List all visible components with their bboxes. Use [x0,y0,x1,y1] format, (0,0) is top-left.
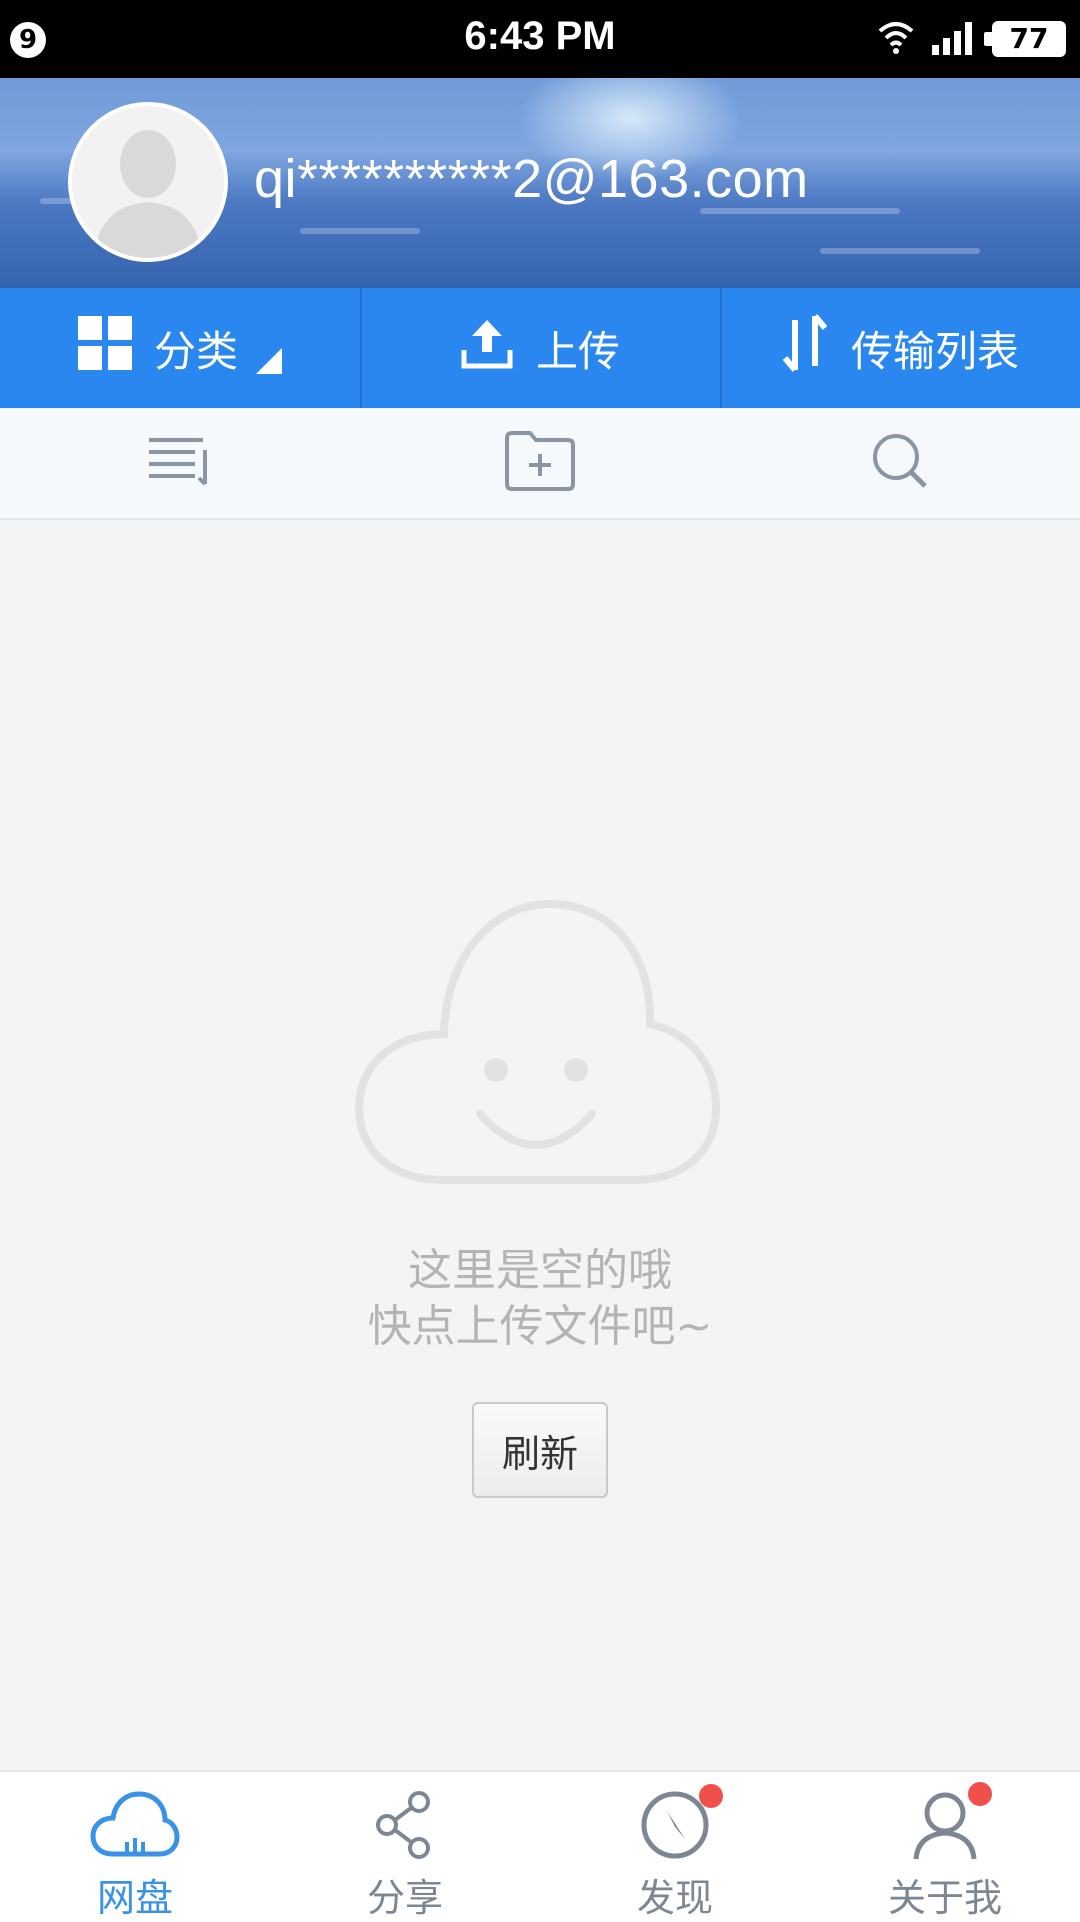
profile-header: qi**********2@163.com [0,78,1080,288]
toolbar [0,408,1080,520]
user-email: qi**********2@163.com [254,149,809,209]
empty-message-line1: 这里是空的哦 [408,1245,672,1296]
discover-badge [699,1784,723,1808]
status-indicators: 77 [876,16,1066,62]
action-bar: 分类 上传 传输列表 [0,288,1080,408]
tab-discover[interactable]: 发现 [540,1772,810,1922]
user-icon [910,1782,992,1863]
dropdown-caret-icon [256,348,282,374]
search-icon [871,432,929,494]
refresh-button[interactable]: 刷新 [472,1402,608,1498]
banner-decoration [300,228,420,234]
share-icon [373,1786,437,1863]
cloud-drive-icon [89,1786,181,1863]
tab-share-label: 分享 [366,1876,443,1920]
upload-button[interactable]: 上传 [360,288,720,408]
new-folder-button[interactable] [360,408,720,518]
empty-state: 这里是空的哦 快点上传文件吧~ 刷新 [0,518,1080,1770]
tab-cloud-drive-label: 网盘 [96,1876,173,1920]
upload-label: 上传 [535,326,620,376]
battery-icon: 77 [984,21,1066,57]
status-bar: 9 6:43 PM 77 [0,0,1080,78]
sort-button[interactable] [0,408,360,518]
category-label: 分类 [153,326,238,376]
transfer-arrows-icon [781,314,829,382]
upload-icon [460,316,514,380]
compass-icon [639,1784,723,1863]
tab-about-me[interactable]: 关于我 [810,1772,1080,1922]
bottom-nav: 网盘 分享 发现 关于我 [0,1770,1080,1922]
sort-list-icon [147,434,213,492]
tab-discover-label: 发现 [636,1876,713,1920]
avatar[interactable] [68,102,228,262]
avatar-placeholder-icon [94,130,202,258]
empty-message-line2: 快点上传文件吧~ [367,1301,713,1352]
smiling-cloud-icon [354,894,724,1188]
search-button[interactable] [720,408,1080,518]
transfer-list-label: 传输列表 [850,326,1019,376]
banner-decoration [820,248,980,254]
new-folder-icon [504,430,576,496]
tab-share[interactable]: 分享 [270,1772,540,1922]
category-button[interactable]: 分类 [0,288,360,408]
about-me-badge [968,1782,992,1806]
tab-about-me-label: 关于我 [887,1876,1002,1920]
tab-cloud-drive[interactable]: 网盘 [0,1772,270,1922]
transfer-list-button[interactable]: 传输列表 [720,288,1080,408]
wifi-icon [876,19,916,59]
signal-icon [930,19,978,59]
grid-icon [77,316,132,380]
